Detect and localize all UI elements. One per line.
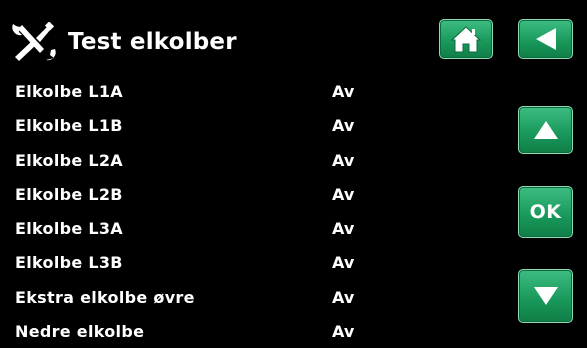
ok-label: OK: [529, 201, 562, 223]
row-label: Ekstra elkolbe øvre: [15, 287, 195, 307]
row-value[interactable]: Av: [332, 322, 354, 341]
list-item[interactable]: Elkolbe L3A Av: [0, 211, 500, 245]
row-label: Elkolbe L1B: [15, 116, 123, 136]
row-value[interactable]: Av: [332, 82, 354, 101]
row-label: Elkolbe L1A: [15, 82, 123, 101]
row-value[interactable]: Av: [332, 219, 354, 238]
row-value[interactable]: Av: [332, 185, 354, 204]
list-item[interactable]: Elkolbe L3B Av: [0, 245, 500, 279]
list-item[interactable]: Elkolbe L2B Av: [0, 177, 500, 211]
header-bar: Test elkolber: [0, 0, 587, 80]
list-item[interactable]: Nedre elkolbe Av: [0, 314, 500, 348]
row-value[interactable]: Av: [332, 253, 354, 272]
row-label: Elkolbe L3B: [15, 253, 123, 273]
page-title: Test elkolber: [68, 29, 237, 55]
home-button[interactable]: [439, 19, 493, 59]
row-value[interactable]: Av: [332, 151, 354, 170]
scroll-up-button[interactable]: [518, 106, 573, 154]
list-item[interactable]: Ekstra elkolbe øvre Av: [0, 280, 500, 314]
home-icon: [451, 26, 481, 53]
row-value[interactable]: Av: [332, 116, 354, 135]
back-arrow-icon: [535, 28, 556, 50]
row-label: Elkolbe L2A: [15, 150, 123, 170]
list-item[interactable]: Elkolbe L1B Av: [0, 108, 500, 142]
scroll-down-button[interactable]: [518, 269, 573, 323]
down-arrow-icon: [533, 287, 558, 305]
ok-button[interactable]: OK: [518, 186, 573, 238]
row-label: Elkolbe L3A: [15, 219, 123, 239]
row-label: Elkolbe L2B: [15, 184, 123, 204]
list-item[interactable]: Elkolbe L1A Av: [0, 74, 500, 108]
back-button[interactable]: [518, 19, 573, 59]
row-value[interactable]: Av: [332, 288, 354, 307]
row-label: Nedre elkolbe: [15, 322, 145, 342]
tools-icon: [12, 22, 56, 61]
heater-list: Elkolbe L1A Av Elkolbe L1B Av Elkolbe L2…: [0, 74, 500, 348]
up-arrow-icon: [533, 121, 558, 139]
list-item[interactable]: Elkolbe L2A Av: [0, 143, 500, 177]
